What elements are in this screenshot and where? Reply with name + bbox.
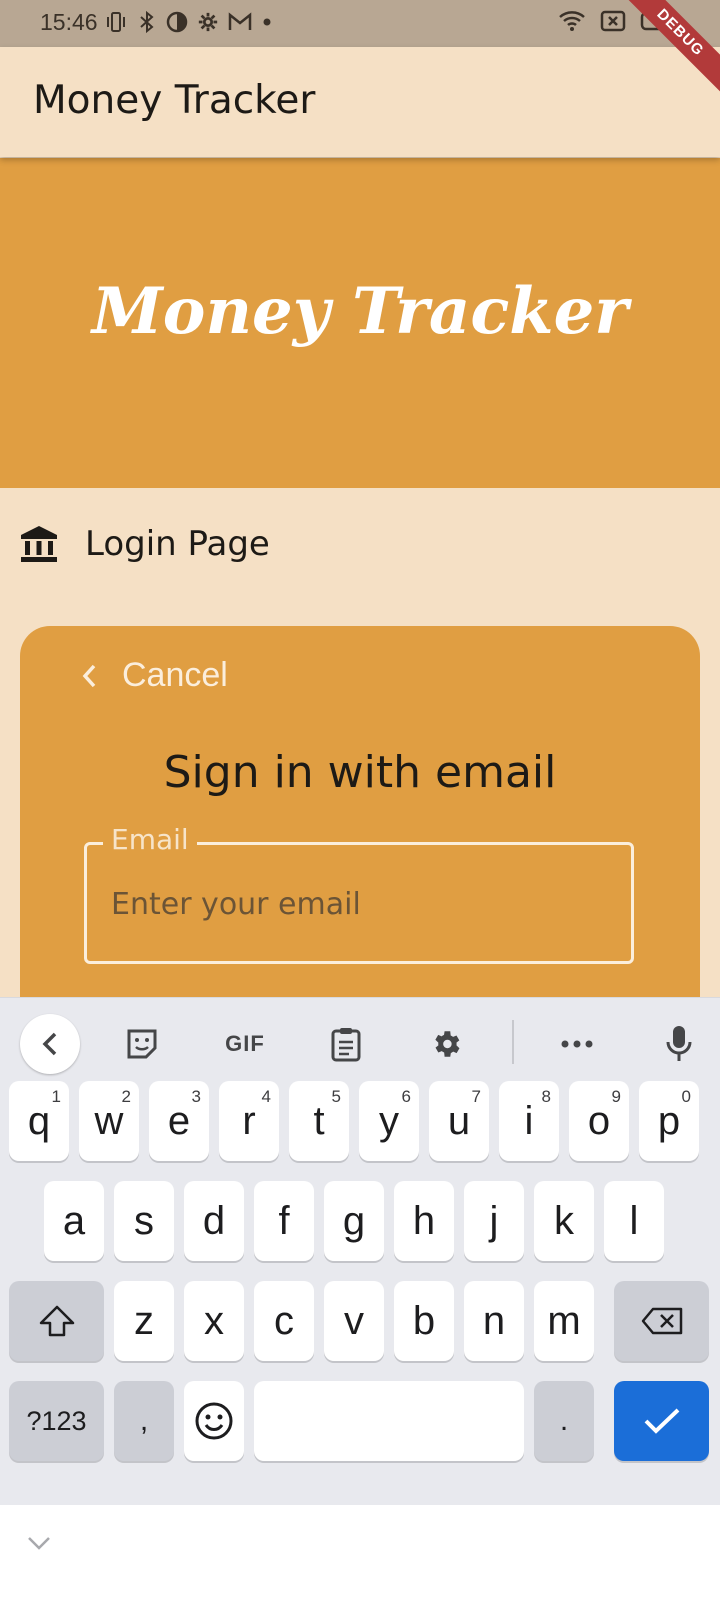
shift-icon xyxy=(39,1305,74,1337)
backspace-icon xyxy=(641,1307,682,1335)
key-e[interactable]: e3 xyxy=(149,1081,209,1161)
key-t[interactable]: t5 xyxy=(289,1081,349,1161)
key-q[interactable]: q1 xyxy=(9,1081,69,1161)
key-b[interactable]: b xyxy=(394,1281,454,1361)
key-y[interactable]: y6 xyxy=(359,1081,419,1161)
key-v[interactable]: v xyxy=(324,1281,384,1361)
settings-icon xyxy=(198,12,218,32)
header-banner: Money Tracker xyxy=(0,158,720,488)
clipboard-button[interactable] xyxy=(322,1020,370,1068)
key-s[interactable]: s xyxy=(114,1181,174,1261)
gif-button[interactable]: GIF xyxy=(217,1020,273,1068)
more-horizontal-icon xyxy=(561,1040,593,1048)
key-l[interactable]: l xyxy=(604,1181,664,1261)
keyboard-settings-button[interactable] xyxy=(422,1020,470,1068)
more-options-button[interactable] xyxy=(553,1020,601,1068)
key-f[interactable]: f xyxy=(254,1181,314,1261)
section-heading: Login Page xyxy=(0,520,720,580)
sticker-button[interactable] xyxy=(118,1020,166,1068)
keyboard-back-button[interactable] xyxy=(20,1014,80,1074)
space-key[interactable] xyxy=(254,1381,524,1461)
emoji-icon xyxy=(195,1402,233,1440)
key-j[interactable]: j xyxy=(464,1181,524,1261)
vibrate-icon xyxy=(107,12,125,32)
hide-keyboard-button[interactable] xyxy=(27,1535,51,1554)
app-bar: Money Tracker xyxy=(0,47,720,157)
banner-title: Money Tracker xyxy=(91,274,629,349)
gear-icon xyxy=(435,1031,460,1057)
key-g[interactable]: g xyxy=(324,1181,384,1261)
bank-icon xyxy=(19,524,59,568)
email-field-label: Email xyxy=(103,823,197,856)
wifi-icon xyxy=(559,11,585,31)
status-bar: 15:46 xyxy=(0,0,720,47)
key-r[interactable]: r4 xyxy=(219,1081,279,1161)
section-label: Login Page xyxy=(85,524,270,564)
email-input[interactable] xyxy=(107,881,615,927)
gmail-icon xyxy=(228,12,252,30)
key-z[interactable]: z xyxy=(114,1281,174,1361)
app-bar-title: Money Tracker xyxy=(33,78,316,123)
chevron-left-icon xyxy=(42,1032,57,1056)
key-c[interactable]: c xyxy=(254,1281,314,1361)
emoji-key[interactable] xyxy=(184,1381,244,1461)
toolbar-divider xyxy=(512,1020,514,1064)
no-sim-icon xyxy=(600,10,626,32)
more-notifications-icon xyxy=(263,18,271,26)
shift-key[interactable] xyxy=(9,1281,104,1361)
data-saver-icon xyxy=(166,11,188,33)
comma-key[interactable]: , xyxy=(114,1381,174,1461)
navigation-bar xyxy=(0,1505,720,1600)
soft-keyboard: GIF q1 w2 e3 r4 t5 y6 u7 i8 o9 p0 a s d … xyxy=(0,997,720,1506)
bluetooth-icon xyxy=(140,10,154,34)
chevron-down-icon xyxy=(28,1537,50,1550)
voice-input-button[interactable] xyxy=(655,1020,703,1068)
chevron-left-icon xyxy=(82,664,96,687)
sticker-icon xyxy=(127,1029,157,1059)
key-k[interactable]: k xyxy=(534,1181,594,1261)
key-h[interactable]: h xyxy=(394,1181,454,1261)
key-p[interactable]: p0 xyxy=(639,1081,699,1161)
key-o[interactable]: o9 xyxy=(569,1081,629,1161)
email-field[interactable]: Email xyxy=(84,823,634,964)
key-d[interactable]: d xyxy=(184,1181,244,1261)
microphone-icon xyxy=(666,1026,692,1061)
key-m[interactable]: m xyxy=(534,1281,594,1361)
sign-in-heading: Sign in with email xyxy=(163,747,557,798)
key-w[interactable]: w2 xyxy=(79,1081,139,1161)
key-x[interactable]: x xyxy=(184,1281,244,1361)
clipboard-icon xyxy=(331,1028,361,1062)
period-key[interactable]: . xyxy=(534,1381,594,1461)
symbols-key[interactable]: ?123 xyxy=(9,1381,104,1461)
key-n[interactable]: n xyxy=(464,1281,524,1361)
notification-icons xyxy=(104,10,273,34)
backspace-key[interactable] xyxy=(614,1281,709,1361)
status-time: 15:46 xyxy=(40,9,98,35)
key-i[interactable]: i8 xyxy=(499,1081,559,1161)
cancel-button[interactable]: Cancel xyxy=(80,656,228,695)
checkmark-icon xyxy=(644,1408,679,1434)
done-key[interactable] xyxy=(614,1381,709,1461)
key-a[interactable]: a xyxy=(44,1181,104,1261)
gif-label: GIF xyxy=(225,1031,265,1056)
key-u[interactable]: u7 xyxy=(429,1081,489,1161)
keyboard-toolbar: GIF xyxy=(0,998,720,1088)
cancel-label: Cancel xyxy=(122,656,228,694)
